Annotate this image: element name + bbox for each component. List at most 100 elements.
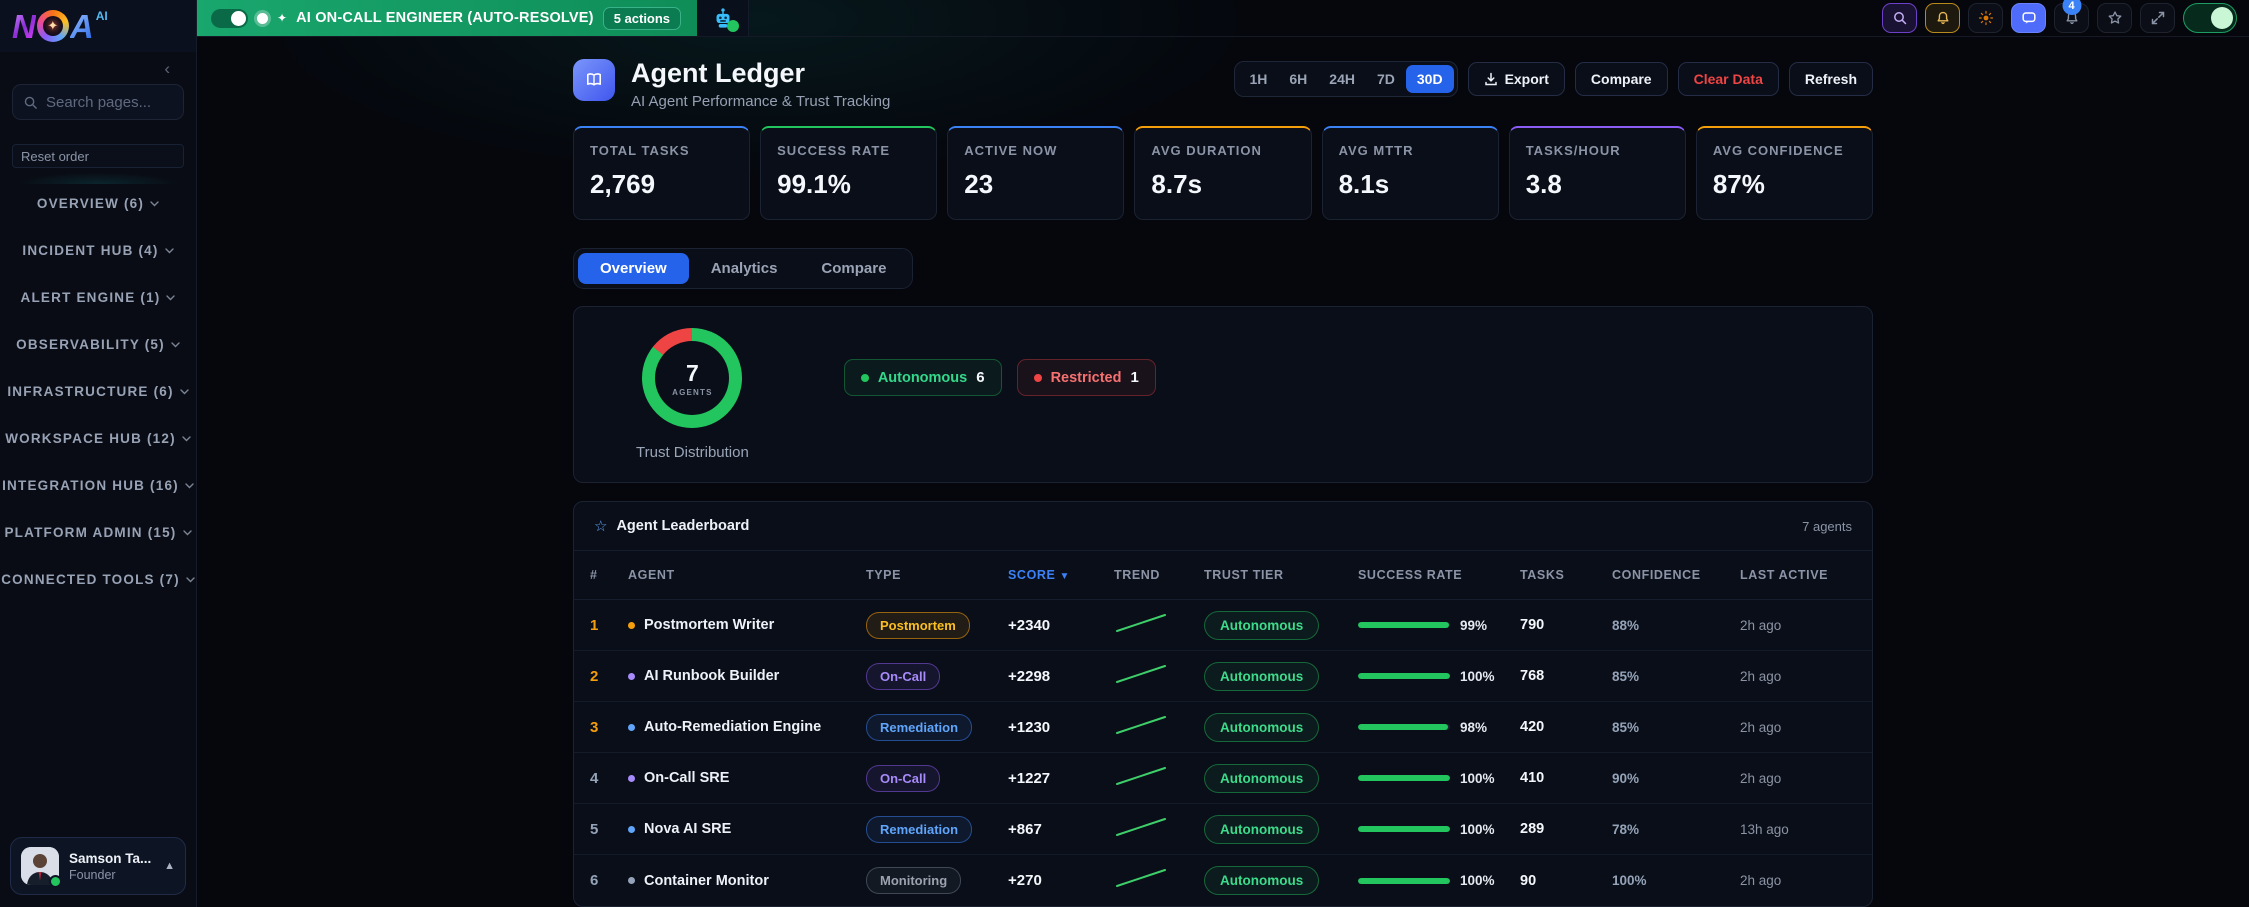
- last-active: 2h ago: [1740, 771, 1852, 786]
- sidebar-item-incident-hub-4[interactable]: INCIDENT HUB (4): [22, 233, 173, 267]
- sidebar-item-label: OVERVIEW (6): [37, 196, 144, 211]
- export-button[interactable]: Export: [1468, 62, 1565, 96]
- expand-icon-button[interactable]: [2140, 3, 2175, 33]
- time-range-24h[interactable]: 24H: [1318, 65, 1366, 93]
- column-header-success-rate[interactable]: SUCCESS RATE: [1358, 568, 1520, 582]
- table-row-auto-remediation-engine[interactable]: 3Auto-Remediation EngineRemediation+1230…: [574, 702, 1872, 753]
- table-row-ai-runbook-builder[interactable]: 2AI Runbook BuilderOn-Call+2298Autonomou…: [574, 651, 1872, 702]
- stat-value: 8.1s: [1339, 169, 1482, 200]
- column-header-confidence[interactable]: CONFIDENCE: [1612, 568, 1740, 582]
- trust-tier-badge: Autonomous: [1204, 815, 1319, 844]
- user-profile-card[interactable]: Samson Ta... Founder ▲: [10, 837, 186, 895]
- column-header-trend[interactable]: TREND: [1114, 568, 1204, 582]
- sidebar-item-label: CONNECTED TOOLS (7): [1, 572, 180, 587]
- column-header-tasks[interactable]: TASKS: [1520, 568, 1612, 582]
- time-range-1h[interactable]: 1H: [1238, 65, 1278, 93]
- compare-button[interactable]: Compare: [1575, 62, 1668, 96]
- logo-letter: A: [70, 10, 94, 43]
- agent-cell: Nova AI SRE: [628, 821, 866, 837]
- agent-leaderboard: ☆ Agent Leaderboard 7 agents #AGENTTYPES…: [573, 501, 1873, 907]
- toggle-knob: [2211, 7, 2233, 29]
- success-rate-cell: 98%: [1358, 720, 1520, 735]
- sidebar-item-overview-6[interactable]: OVERVIEW (6): [37, 186, 159, 220]
- time-range-30d[interactable]: 30D: [1406, 65, 1454, 93]
- search-icon-button[interactable]: [1882, 3, 1917, 33]
- theme-toggle[interactable]: [2183, 3, 2237, 33]
- agent-cell: Container Monitor: [628, 873, 866, 889]
- view-tabs: OverviewAnalyticsCompare: [573, 248, 913, 289]
- confidence: 85%: [1612, 720, 1740, 735]
- restricted-count: 1: [1130, 369, 1138, 386]
- chevron-down-icon: [185, 483, 194, 489]
- sidebar-item-observability-5[interactable]: OBSERVABILITY (5): [16, 327, 180, 361]
- chat-icon: [2021, 10, 2037, 26]
- auto-resolve-toggle[interactable]: [211, 9, 248, 28]
- table-row-container-monitor[interactable]: 6Container MonitorMonitoring+270Autonomo…: [574, 855, 1872, 906]
- sidebar-item-workspace-hub-12[interactable]: WORKSPACE HUB (12): [5, 421, 191, 455]
- user-name: Samson Ta...: [69, 851, 151, 866]
- rank: 1: [590, 617, 628, 634]
- tab-overview[interactable]: Overview: [578, 253, 689, 284]
- agents-total-label: AGENTS: [672, 388, 713, 397]
- main-area: ✦ AI ON-CALL ENGINEER (AUTO-RESOLVE) 5 a…: [197, 0, 2249, 907]
- sidebar-item-label: OBSERVABILITY (5): [16, 337, 165, 352]
- stat-card-tasks-hour: TASKS/HOUR3.8: [1509, 126, 1686, 220]
- column-header-type[interactable]: TYPE: [866, 568, 1008, 582]
- sidebar-collapse-button[interactable]: ‹: [164, 60, 170, 76]
- stat-card-total-tasks: TOTAL TASKS2,769: [573, 126, 750, 220]
- sidebar-item-integration-hub-16[interactable]: INTEGRATION HUB (16): [2, 468, 194, 502]
- agents-total: 7: [686, 360, 699, 387]
- stat-label: TOTAL TASKS: [590, 143, 733, 158]
- column-header-[interactable]: #: [590, 568, 628, 582]
- column-header-score[interactable]: SCORE▼: [1008, 568, 1114, 582]
- chevron-down-icon: [182, 436, 191, 442]
- column-header-trust-tier[interactable]: TRUST TIER: [1204, 568, 1358, 582]
- last-active: 2h ago: [1740, 873, 1852, 888]
- alarm-bell-icon-button[interactable]: [1925, 3, 1960, 33]
- column-header-last-active[interactable]: LAST ACTIVE: [1740, 568, 1852, 582]
- chat-icon-button[interactable]: [2011, 3, 2046, 33]
- sun-icon-button[interactable]: [1968, 3, 2003, 33]
- sidebar-item-connected-tools-7[interactable]: CONNECTED TOOLS (7): [1, 562, 195, 596]
- score: +2340: [1008, 617, 1114, 634]
- header-controls: 1H6H24H7D30D Export Compare Clear Data R…: [1234, 59, 1873, 97]
- agent-name: Container Monitor: [644, 873, 769, 889]
- table-row-postmortem-writer[interactable]: 1Postmortem WriterPostmortem+2340Autonom…: [574, 600, 1872, 651]
- autonomous-count: 6: [976, 369, 984, 386]
- clear-data-button[interactable]: Clear Data: [1678, 62, 1779, 96]
- sidebar-search: [12, 84, 184, 120]
- type-badge: On-Call: [866, 663, 940, 690]
- sort-descending-icon: ▼: [1059, 571, 1070, 582]
- star-icon: [2107, 10, 2123, 26]
- tab-compare[interactable]: Compare: [799, 253, 908, 284]
- tier-cell: Autonomous: [1204, 662, 1358, 691]
- column-header-agent[interactable]: AGENT: [628, 568, 866, 582]
- reset-order-button[interactable]: Reset order: [12, 144, 184, 168]
- success-rate-cell: 100%: [1358, 771, 1520, 786]
- sidebar-item-infrastructure-6[interactable]: INFRASTRUCTURE (6): [7, 374, 188, 408]
- success-bar-fill: [1358, 775, 1450, 781]
- table-row-on-call-sre[interactable]: 4On-Call SREOn-Call+1227Autonomous100%41…: [574, 753, 1872, 804]
- time-range-6h[interactable]: 6H: [1278, 65, 1318, 93]
- time-range-7d[interactable]: 7D: [1366, 65, 1406, 93]
- trust-tier-badge: Autonomous: [1204, 866, 1319, 895]
- type-cell: On-Call: [866, 663, 1008, 690]
- tab-analytics[interactable]: Analytics: [689, 253, 800, 284]
- agent-status-dot: [628, 622, 635, 629]
- user-menu-expand-icon[interactable]: ▲: [164, 860, 175, 872]
- star-icon-button[interactable]: [2097, 3, 2132, 33]
- sidebar-item-platform-admin-15[interactable]: PLATFORM ADMIN (15): [4, 515, 191, 549]
- notifications-icon-button[interactable]: 4: [2054, 3, 2089, 33]
- refresh-button[interactable]: Refresh: [1789, 62, 1873, 96]
- sidebar-item-label: INCIDENT HUB (4): [22, 243, 158, 258]
- table-body: 1Postmortem WriterPostmortem+2340Autonom…: [574, 600, 1872, 906]
- autonomous-filter-badge[interactable]: Autonomous 6: [844, 359, 1002, 396]
- topbar-icon-buttons: 4: [1882, 0, 2249, 36]
- ai-assistant-button[interactable]: [697, 0, 749, 36]
- sidebar-item-alert-engine-1[interactable]: ALERT ENGINE (1): [21, 280, 176, 314]
- type-cell: Monitoring: [866, 867, 1008, 894]
- search-pages-input[interactable]: [46, 94, 173, 111]
- chevron-down-icon: [166, 295, 175, 301]
- table-row-nova-ai-sre[interactable]: 5Nova AI SRERemediation+867Autonomous100…: [574, 804, 1872, 855]
- restricted-filter-badge[interactable]: Restricted 1: [1017, 359, 1156, 396]
